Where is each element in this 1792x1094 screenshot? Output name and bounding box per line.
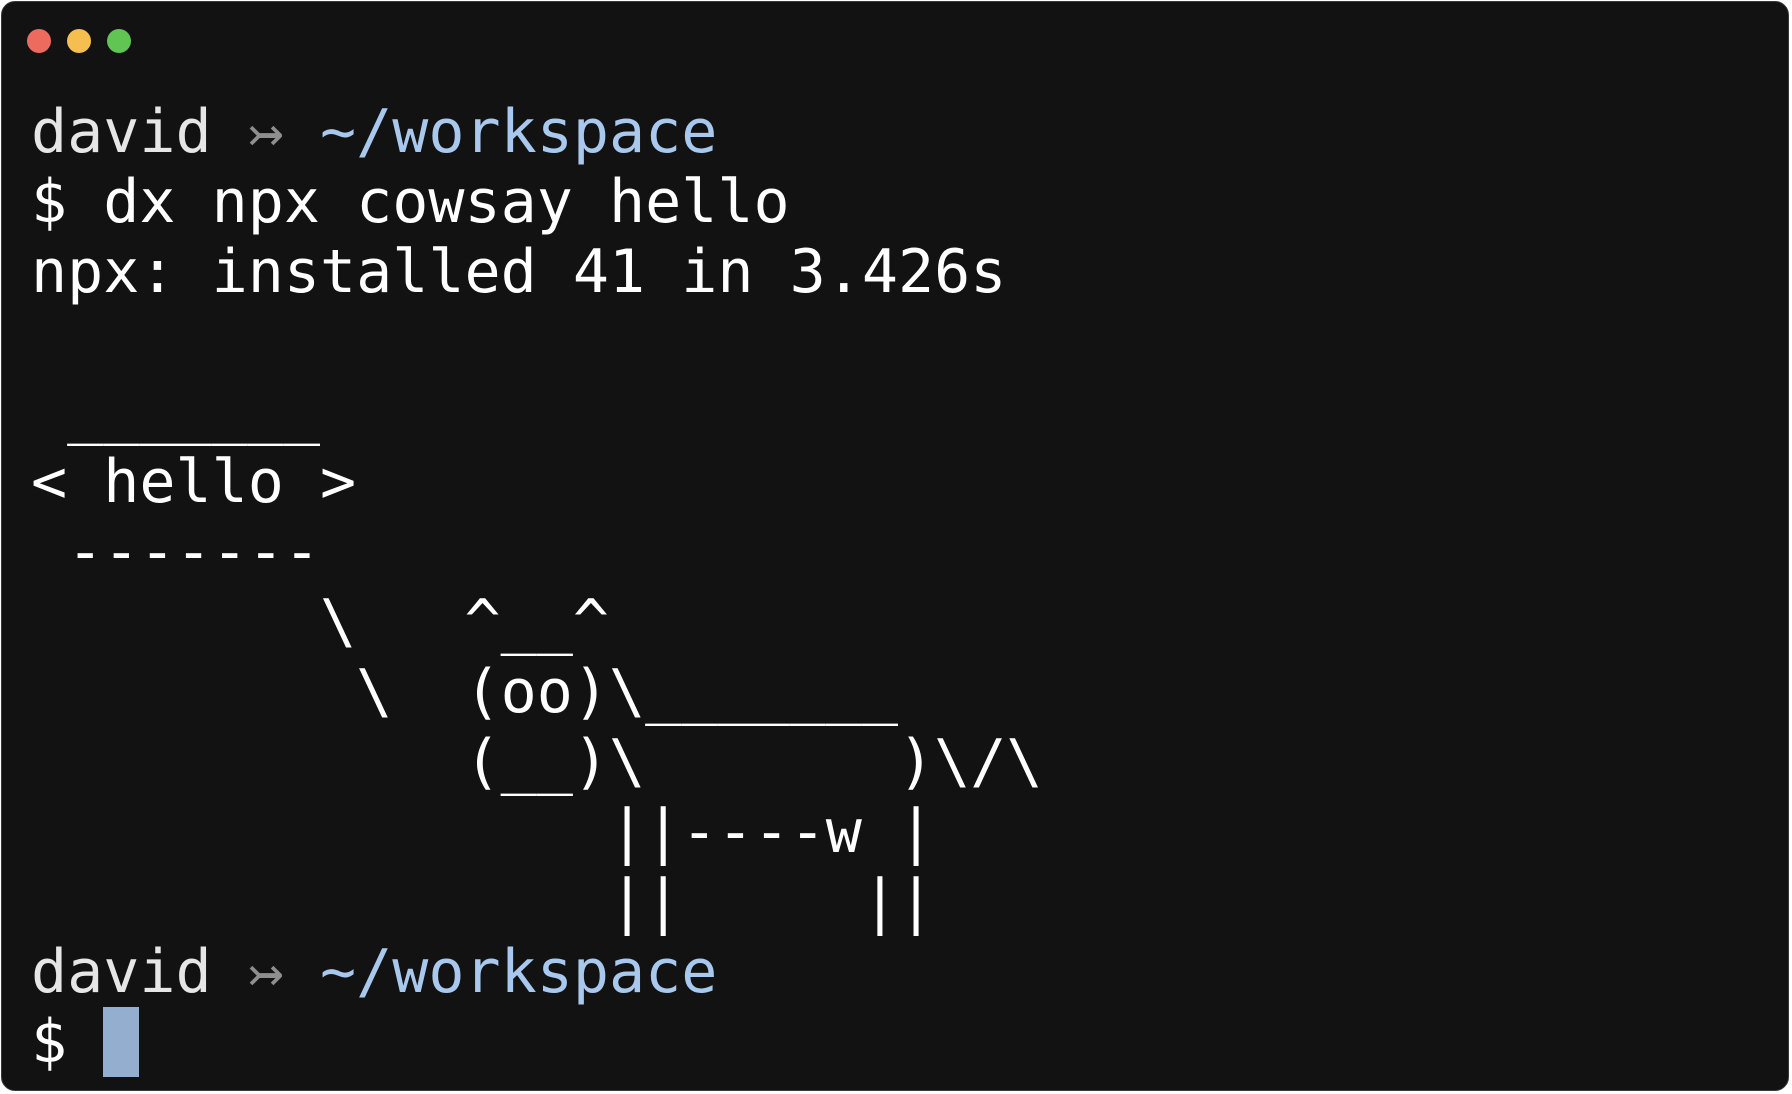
- prompt-symbol: $: [31, 167, 68, 237]
- output-line: npx: installed 41 in 3.426s: [31, 237, 1007, 307]
- prompt-arrow-icon: ↣: [247, 97, 284, 167]
- prompt-arrow-icon: ↣: [247, 937, 284, 1007]
- title-bar: [2, 2, 1788, 72]
- cursor-block: [103, 1007, 140, 1077]
- cow-ascii-line: || ||: [31, 867, 935, 937]
- command-line: $ dx npx cowsay hello: [31, 167, 1042, 237]
- close-button[interactable]: [27, 29, 51, 53]
- cow-ascii-line: (__)\ )\/\: [31, 727, 1043, 797]
- prompt-line: david ↣ ~/workspace: [31, 937, 1042, 1007]
- speech-bubble-text: < hello >: [31, 447, 357, 517]
- zoom-button[interactable]: [107, 29, 131, 53]
- input-line[interactable]: $: [31, 1007, 1042, 1077]
- prompt-user: david: [31, 937, 212, 1007]
- speech-bubble-top: _______: [31, 377, 320, 447]
- prompt-line: david ↣ ~/workspace: [31, 97, 1042, 167]
- prompt-user: david: [31, 97, 212, 167]
- prompt-path: ~/workspace: [320, 97, 718, 167]
- command-text: dx npx cowsay hello: [103, 167, 790, 237]
- prompt-path: ~/workspace: [320, 937, 718, 1007]
- minimize-button[interactable]: [67, 29, 91, 53]
- cow-ascii-line: \ ^__^: [31, 587, 609, 657]
- terminal-output[interactable]: david ↣ ~/workspace $ dx npx cowsay hello…: [31, 97, 1042, 1077]
- terminal-window: david ↣ ~/workspace $ dx npx cowsay hello…: [1, 1, 1789, 1091]
- cow-ascii-line: \ (oo)\_______: [31, 657, 898, 727]
- cow-ascii-line: ||----w |: [31, 797, 935, 867]
- speech-bubble-bottom: -------: [31, 517, 320, 587]
- prompt-symbol: $: [31, 1007, 68, 1077]
